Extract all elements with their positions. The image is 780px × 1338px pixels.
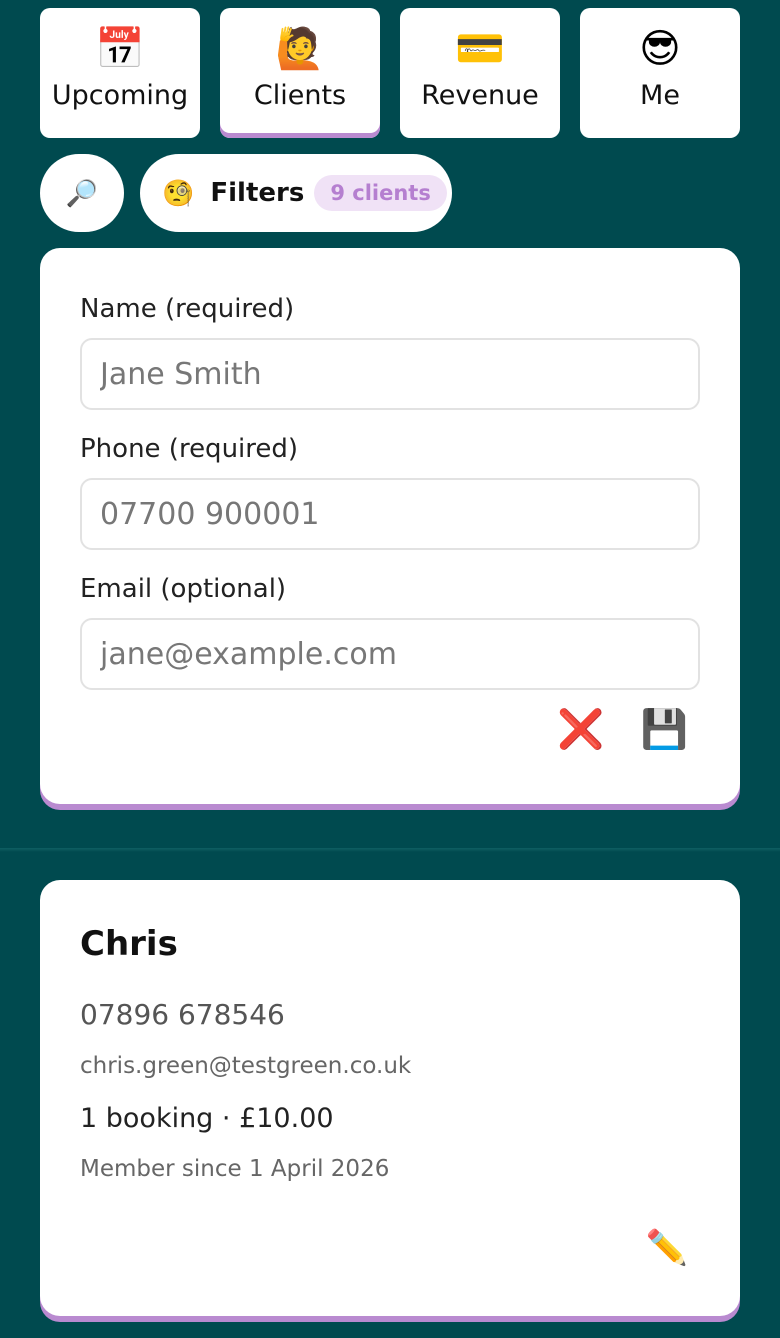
name-input[interactable] [80,338,700,410]
client-member-since: Member since 1 April 2026 [80,1156,390,1182]
tab-label: Upcoming [51,80,189,111]
email-input[interactable] [80,618,700,690]
client-count-badge: 9 clients [314,175,447,211]
tab-label: Clients [253,80,347,111]
tab-label: Revenue [421,80,539,111]
email-label: Email (optional) [80,574,287,604]
main-tabs: 📅 Upcoming 🙋 Clients 💳 Revenue 😎 Me [40,8,740,138]
magnifier-icon: 🔎 [65,177,99,208]
new-client-form: Name (required) Phone (required) Email (… [40,248,740,804]
form-actions: ❌ 💾 [557,710,688,750]
name-label: Name (required) [80,294,295,324]
filters-label: Filters [210,178,305,208]
search-button[interactable]: 🔎 [40,154,124,232]
client-name: Chris [80,924,178,964]
client-email: chris.green@testgreen.co.uk [80,1053,412,1079]
monocle-face-icon: 🧐 [162,177,195,208]
tab-revenue[interactable]: 💳 Revenue [400,8,560,138]
client-bookings: 1 booking · £10.00 [80,1103,334,1134]
client-card: Chris 07896 678546 chris.green@testgreen… [40,880,740,1316]
tab-upcoming[interactable]: 📅 Upcoming [40,8,200,138]
sunglasses-face-icon: 😎 [639,26,681,72]
calendar-icon: 📅 [95,26,145,72]
tab-clients[interactable]: 🙋 Clients [220,8,380,138]
credit-card-icon: 💳 [455,26,505,72]
person-raising-hand-icon: 🙋 [275,26,325,72]
tab-me[interactable]: 😎 Me [580,8,740,138]
cancel-icon[interactable]: ❌ [557,710,604,750]
save-icon[interactable]: 💾 [641,710,688,750]
phone-input[interactable] [80,478,700,550]
pencil-icon[interactable]: ✏️ [646,1228,688,1268]
phone-label: Phone (required) [80,434,299,464]
divider [0,848,780,852]
tab-label: Me [640,80,680,111]
client-phone: 07896 678546 [80,998,285,1031]
filters-button[interactable]: 🧐 Filters 9 clients [140,154,452,232]
